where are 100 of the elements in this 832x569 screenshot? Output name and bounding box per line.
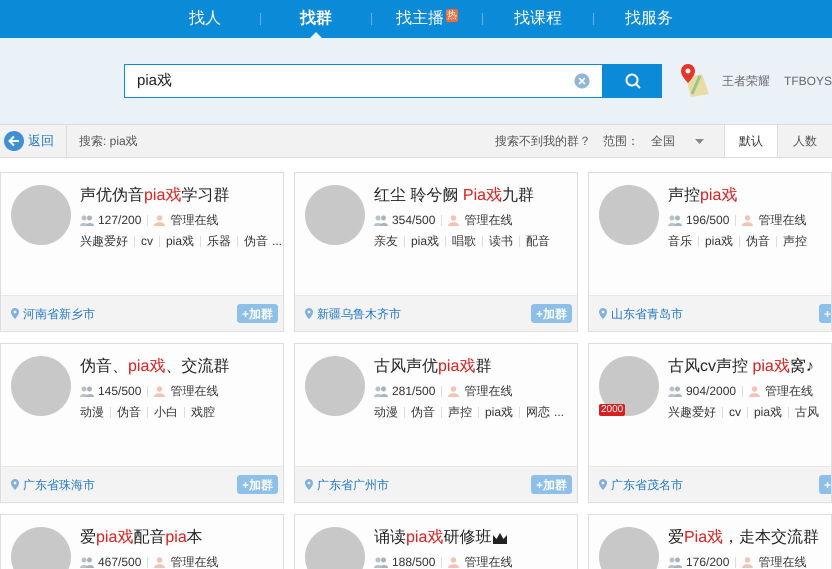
nav-tab[interactable]: 找人 xyxy=(150,0,260,38)
tag-label: 音乐 xyxy=(668,233,692,250)
tag-label: pia戏 xyxy=(411,233,440,250)
location-link[interactable]: 新疆乌鲁木齐市 xyxy=(317,304,531,322)
group-name[interactable]: 爱pia戏配音pia本 xyxy=(80,527,203,549)
members-icon xyxy=(80,556,94,568)
members-icon xyxy=(374,214,388,226)
tag-label: 乐器 xyxy=(207,233,232,250)
member-count: 176/200 xyxy=(686,554,730,569)
nav-tab[interactable]: 找课程 xyxy=(483,0,593,38)
nav-tab[interactable]: 找服务 xyxy=(594,0,704,38)
avatar-image xyxy=(305,527,365,569)
tag-label: 唱歌 xyxy=(452,233,476,250)
avatar-image xyxy=(599,527,659,569)
group-name[interactable]: 伪音、pia戏、交流群 xyxy=(80,356,230,378)
tag-label: 伪音 xyxy=(244,233,268,250)
map-pin-icon[interactable] xyxy=(680,64,710,98)
group-card[interactable]: 红尘 聆兮阙 Pia戏九群 354/500 管理在线 亲友 pia戏 唱歌 读书 配音 新疆乌鲁木齐市 +加群 xyxy=(294,172,578,332)
more-tags-text: ... xyxy=(554,404,564,421)
members-icon xyxy=(80,214,94,226)
group-name[interactable]: 声控pia戏 xyxy=(668,185,738,207)
sort-tab[interactable]: 默认 xyxy=(724,125,778,157)
hot-search-link[interactable]: 王者荣耀 xyxy=(722,72,770,90)
admin-icon xyxy=(742,214,754,226)
location-link[interactable]: 广东省广州市 xyxy=(317,476,531,494)
tag-label: 动漫 xyxy=(80,404,104,421)
members-icon xyxy=(668,556,682,568)
member-count: 196/500 xyxy=(686,212,730,229)
search-input[interactable]: pia戏 xyxy=(137,70,574,92)
tag-label: 古风 xyxy=(795,404,820,421)
location-link[interactable]: 山东省青岛市 xyxy=(611,304,819,322)
tag-label: 兴趣爱好 xyxy=(668,404,716,421)
location-link[interactable]: 河南省新乡市 xyxy=(23,304,237,322)
range-label: 范围： xyxy=(603,133,639,150)
group-card[interactable]: 伪音、pia戏、交流群 145/500 管理在线 动漫 伪音 小白 戏腔 广东省珠海市 +加群 xyxy=(0,343,284,503)
members-icon xyxy=(374,386,388,396)
admin-icon xyxy=(749,386,760,396)
search-button[interactable] xyxy=(603,64,662,98)
tag-label: 小白 xyxy=(154,404,178,421)
location-link[interactable]: 广东省珠海市 xyxy=(23,476,237,494)
more-tags-text: ... xyxy=(272,233,282,250)
admin-icon xyxy=(448,386,460,396)
admin-online-text: 管理在线 xyxy=(170,554,218,569)
clear-icon[interactable] xyxy=(574,73,590,89)
tag-label: 戏腔 xyxy=(191,404,215,421)
group-card[interactable]: 声优伪音pia戏学习群 127/200 管理在线 兴趣爱好 cv pia戏 乐器 伪音 ... 河南省新乡市 +加群 xyxy=(0,172,284,332)
back-link[interactable]: 返回 xyxy=(0,125,67,157)
group-name[interactable]: 诵读pia戏研修班 xyxy=(374,527,492,549)
tag-label: cv xyxy=(729,404,741,421)
hot-search-link[interactable]: TFBOYS xyxy=(784,72,832,90)
group-name[interactable]: 爱Pia戏，走本交流群 xyxy=(668,527,820,549)
range-dropdown[interactable]: 全国 xyxy=(651,132,704,150)
member-count: 127/200 xyxy=(98,212,142,229)
group-card[interactable]: 爱pia戏配音pia本 467/500 管理在线 xyxy=(0,514,284,569)
tag-label: pia戏 xyxy=(485,404,514,421)
member-count: 467/500 xyxy=(98,554,142,569)
avatar-image xyxy=(11,527,71,569)
group-card[interactable]: 诵读pia戏研修班 188/500 管理在线 xyxy=(294,514,578,569)
admin-icon xyxy=(154,386,166,396)
location-pin-icon xyxy=(305,308,313,319)
tag-label: 声控 xyxy=(783,233,808,250)
group-card[interactable]: 2000 古风cv声控 pia戏窝♪ 904/2000 管理在线 兴趣爱好 cv pia戏 古风 广东省茂名市 + xyxy=(588,343,832,503)
admin-icon xyxy=(154,214,166,226)
member-limit-badge: 2000 xyxy=(599,404,626,416)
tag-label: 网恋 xyxy=(526,404,550,421)
members-icon xyxy=(668,386,682,396)
member-count: 188/500 xyxy=(392,554,436,569)
group-name[interactable]: 古风声优pia戏群 xyxy=(374,356,492,378)
sort-tab[interactable]: 人数 xyxy=(778,125,832,157)
admin-icon xyxy=(154,556,166,568)
location-pin-icon xyxy=(305,479,313,490)
location-link[interactable]: 广东省茂名市 xyxy=(611,476,819,494)
tag-label: pia戏 xyxy=(705,233,734,250)
search-field[interactable]: pia戏 xyxy=(124,64,604,98)
tag-label: 伪音 xyxy=(117,404,141,421)
admin-online-text: 管理在线 xyxy=(464,212,512,229)
members-icon xyxy=(374,556,388,568)
tag-label: 配音 xyxy=(526,233,550,250)
admin-online-text: 管理在线 xyxy=(765,383,814,400)
group-name[interactable]: 声优伪音pia戏学习群 xyxy=(80,185,230,207)
member-count: 904/2000 xyxy=(686,383,736,400)
caret-icon xyxy=(695,138,704,144)
tag-label: 动漫 xyxy=(374,404,398,421)
members-icon xyxy=(668,214,682,226)
help-link[interactable]: 搜索不到我的群？ xyxy=(495,132,591,150)
admin-online-text: 管理在线 xyxy=(758,554,806,569)
member-count: 145/500 xyxy=(98,383,142,400)
member-count: 354/500 xyxy=(392,212,436,229)
admin-online-text: 管理在线 xyxy=(758,212,806,229)
group-name[interactable]: 古风cv声控 pia戏窝♪ xyxy=(668,356,814,378)
location-pin-icon xyxy=(599,308,607,319)
group-name[interactable]: 红尘 聆兮阙 Pia戏九群 xyxy=(374,185,534,207)
group-card[interactable]: 爱Pia戏，走本交流群 176/200 管理在线 xyxy=(588,514,832,569)
admin-icon xyxy=(448,214,460,226)
admin-online-text: 管理在线 xyxy=(170,383,218,400)
tag-label: 亲友 xyxy=(374,233,398,250)
search-icon xyxy=(624,72,642,90)
group-card[interactable]: 古风声优pia戏群 281/500 管理在线 动漫 伪音 声控 pia戏 网恋 ... 广东省广州市 +加群 xyxy=(294,343,578,503)
admin-icon xyxy=(448,556,460,568)
group-card[interactable]: 声控pia戏 196/500 管理在线 音乐 pia戏 伪音 声控 山东省青岛市 + xyxy=(588,172,832,332)
